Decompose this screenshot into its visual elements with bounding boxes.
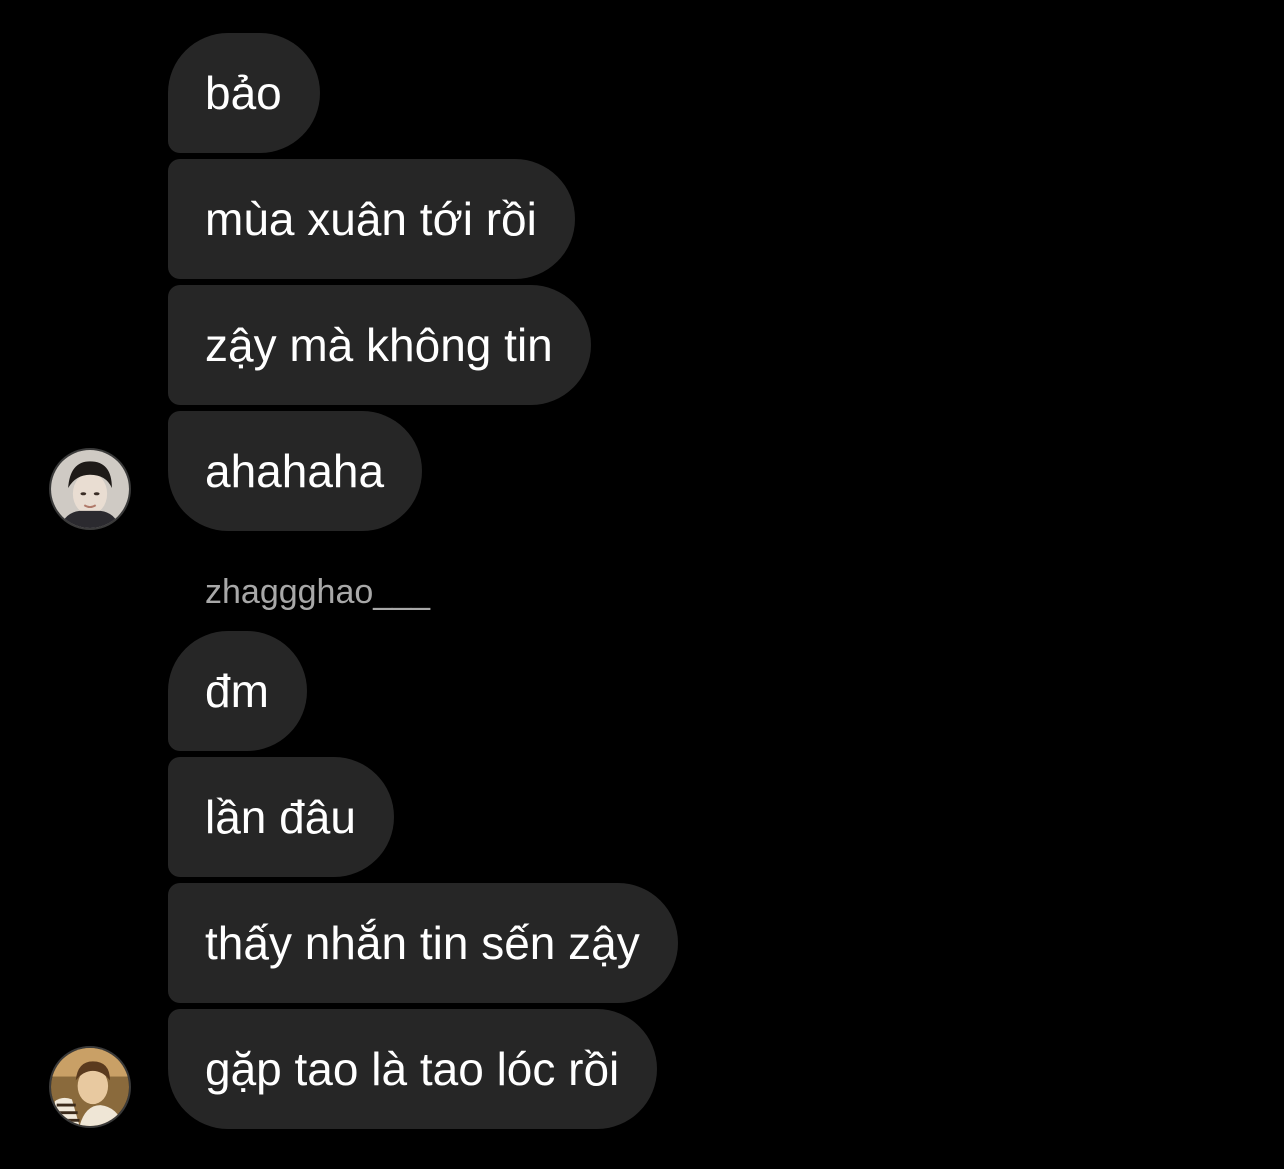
message-text: thấy nhắn tin sến zậy	[205, 917, 640, 969]
user-avatar-photo-icon	[51, 1048, 129, 1126]
message-text: lần đâu	[205, 791, 356, 843]
message-text: gặp tao là tao lóc rồi	[205, 1043, 620, 1095]
message-bubble[interactable]: mùa xuân tới rồi	[168, 159, 575, 279]
message-text: ahahaha	[205, 445, 385, 497]
sender-avatar[interactable]	[49, 1046, 131, 1128]
message-bubble[interactable]: bảo	[168, 33, 320, 153]
message-bubble[interactable]: gặp tao là tao lóc rồi	[168, 1009, 658, 1129]
message-text: zậy mà không tin	[205, 319, 553, 371]
message-text: mùa xuân tới rồi	[205, 193, 537, 245]
message-bubble[interactable]: lần đâu	[168, 757, 394, 877]
message-bubble[interactable]: zậy mà không tin	[168, 285, 591, 405]
message-bubble[interactable]: thấy nhắn tin sến zậy	[168, 883, 678, 1003]
message-text: bảo	[205, 67, 282, 119]
message-text: đm	[205, 665, 269, 717]
message-bubble[interactable]: ahahaha	[168, 411, 423, 531]
sender-username[interactable]: zhaggghao___	[205, 570, 430, 614]
sender-avatar[interactable]	[49, 448, 131, 530]
user-avatar-photo-icon	[51, 450, 129, 528]
message-bubble[interactable]: đm	[168, 631, 307, 751]
